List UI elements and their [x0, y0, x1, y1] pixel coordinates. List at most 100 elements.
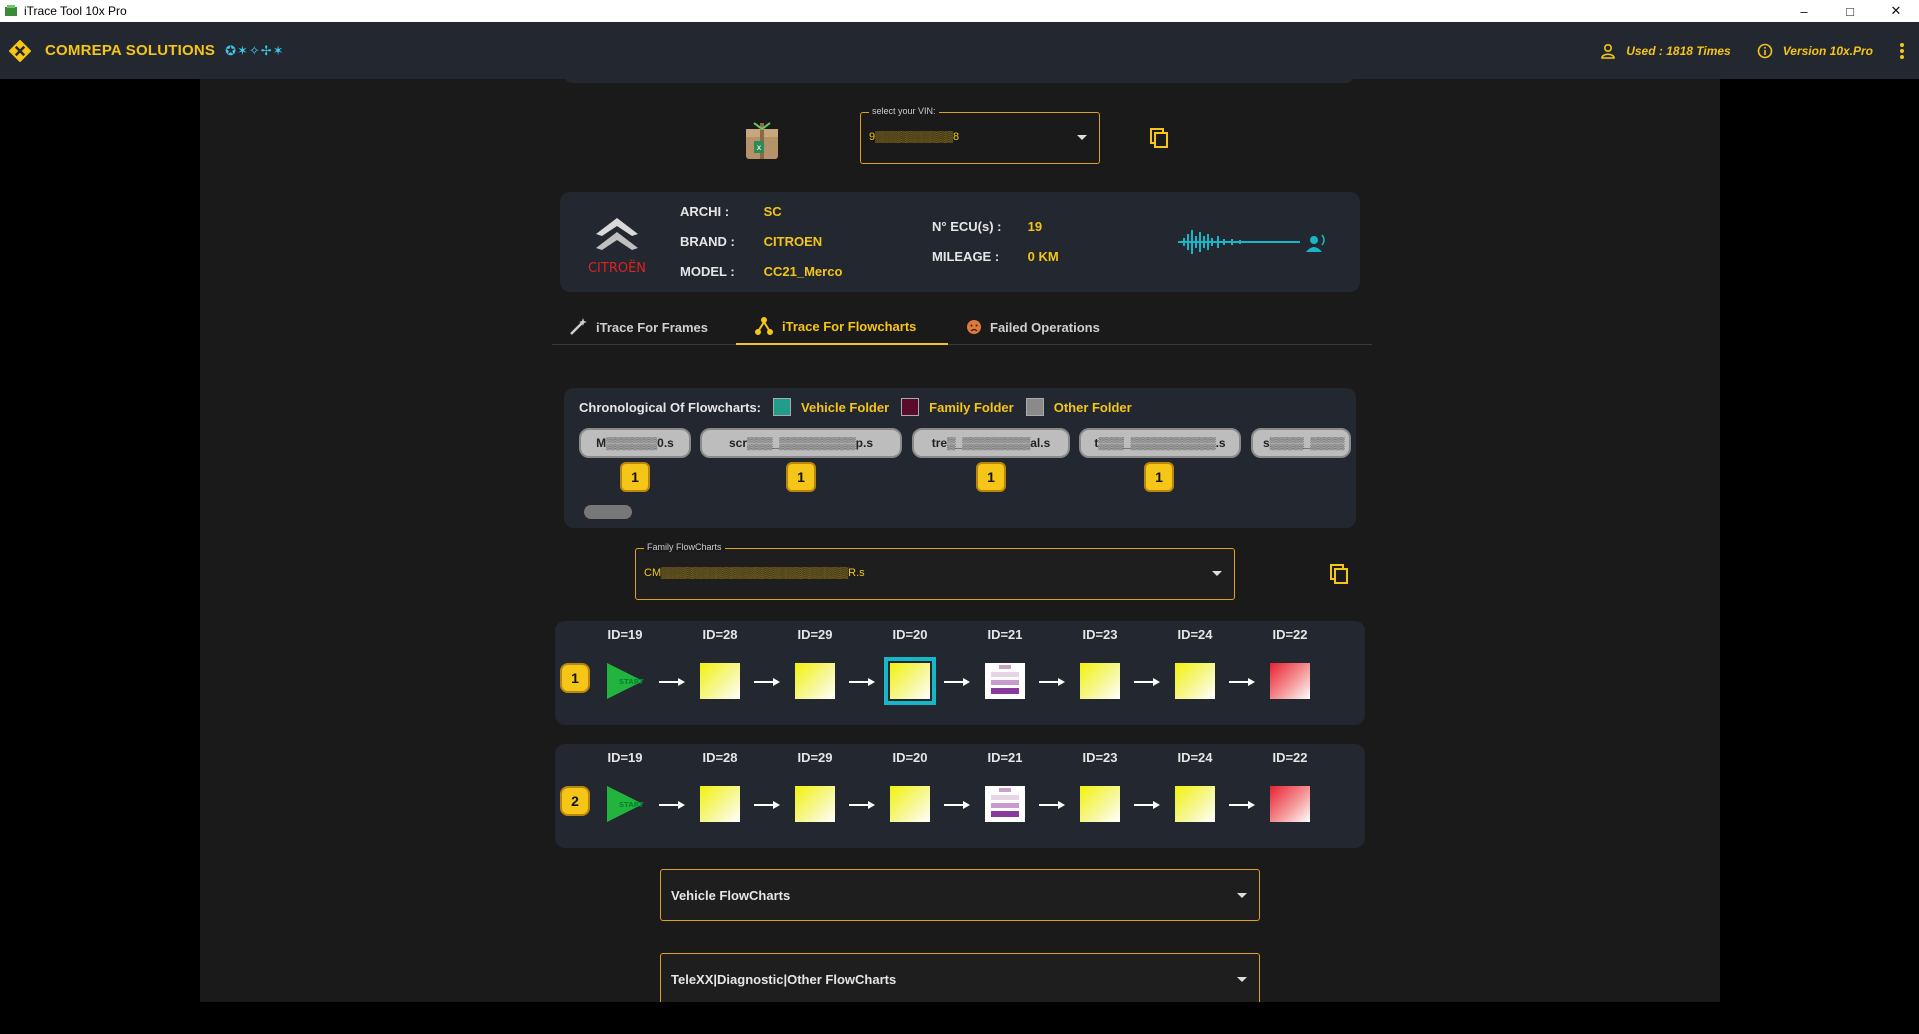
usage-text: Used : 1818 Times — [1626, 43, 1731, 58]
flowchart-chip[interactable]: tre▒_▒▒▒▒▒▒▒▒al.s — [912, 428, 1070, 458]
tab-failed[interactable]: Failed Operations — [966, 309, 1136, 345]
gift-document-icon[interactable]: x — [744, 121, 780, 161]
mileage-value: 0 KM — [1027, 249, 1059, 264]
copy-vin-icon[interactable] — [1148, 127, 1170, 149]
flowchart-chip[interactable]: s▒▒▒▒_▒▒▒▒ — [1251, 428, 1351, 458]
vin-select-value: 9▒▒▒▒▒▒▒▒▒▒8 — [869, 131, 960, 143]
chevron-down-icon — [1237, 977, 1247, 982]
node-id-label: ID=23 — [1082, 750, 1118, 765]
citroen-logo-text: CITROËN — [588, 260, 646, 276]
sad-face-icon — [967, 320, 981, 334]
start-node-label: START — [619, 678, 644, 686]
flowchart-count-badge: 1 — [976, 462, 1006, 492]
arrow-right-icon — [1039, 801, 1065, 809]
flow-node-end[interactable] — [1270, 786, 1310, 822]
copy-flowchart-icon[interactable] — [1328, 563, 1350, 585]
model-label: MODEL : — [680, 264, 735, 279]
window-titlebar: iTrace Tool 10x Pro – □ ✕ — [0, 0, 1919, 22]
node-id-label: ID=29 — [797, 750, 833, 765]
flow-node[interactable] — [985, 786, 1025, 822]
arrow-right-icon — [659, 678, 685, 686]
brand-name: COMREPA SOLUTIONS — [45, 42, 216, 59]
legend-swatch-family — [901, 398, 920, 416]
node-id-label: ID=23 — [1082, 627, 1118, 642]
start-node[interactable]: START — [605, 784, 645, 824]
flow-node-end[interactable] — [1270, 663, 1310, 699]
window-controls: – □ ✕ — [1781, 0, 1919, 22]
brand-stars: ✪✶✧✢✶ — [225, 42, 285, 58]
chevron-down-icon — [1237, 893, 1247, 898]
start-node[interactable]: START — [605, 661, 645, 701]
flow-sequence-row: 1 ID=19 START ID=28 ID=29 ID=20 ID=21 ID… — [555, 621, 1365, 725]
ecu-value: 19 — [1027, 219, 1043, 234]
archi-label: ARCHI : — [680, 204, 730, 219]
ecu-row: N° ECU(s) : 19 — [932, 219, 1042, 234]
header-info: Used : 1818 Times Version 10x.Pro — [1600, 22, 1919, 79]
user-icon — [1601, 43, 1616, 59]
vehicle-info-card: CITROËN ARCHI : SC BRAND : CITROEN MODEL… — [560, 192, 1360, 292]
tab-flowcharts[interactable]: iTrace For Flowcharts — [736, 309, 948, 345]
version-info: Version 10x.Pro — [1757, 43, 1873, 59]
node-id-label: ID=24 — [1177, 750, 1213, 765]
brand-logo-icon — [9, 39, 31, 62]
flow-node[interactable] — [1080, 663, 1120, 699]
flow-index-badge: 1 — [560, 663, 590, 693]
node-id-label: ID=22 — [1272, 627, 1308, 642]
flow-node[interactable] — [700, 663, 740, 699]
more-menu-icon[interactable] — [1899, 42, 1905, 60]
tab-failed-label: Failed Operations — [990, 319, 1100, 335]
flow-node[interactable] — [795, 663, 835, 699]
other-flowcharts-value: TeleXX|Diagnostic|Other FlowCharts — [671, 972, 897, 987]
arrow-right-icon — [754, 678, 780, 686]
vin-select[interactable]: select your VIN: 9▒▒▒▒▒▒▒▒▒▒8 — [860, 106, 1100, 164]
node-id-label: ID=20 — [892, 750, 928, 765]
chronological-panel: Chronological Of Flowcharts: Vehicle Fol… — [564, 388, 1356, 528]
flow-index-badge: 2 — [560, 786, 590, 816]
node-id-label: ID=19 — [607, 750, 643, 765]
mileage-row: MILEAGE : 0 KM — [932, 249, 1059, 264]
node-id-label: ID=21 — [987, 627, 1023, 642]
archi-row: ARCHI : SC — [680, 204, 782, 219]
arrow-right-icon — [849, 801, 875, 809]
voice-wave-icon[interactable] — [1178, 230, 1328, 254]
maximize-button[interactable]: □ — [1827, 0, 1873, 22]
flow-node[interactable] — [1080, 786, 1120, 822]
flow-node[interactable] — [700, 786, 740, 822]
app-icon — [5, 5, 17, 16]
usage-info: Used : 1818 Times — [1600, 43, 1731, 59]
family-flowcharts-select[interactable]: Family FlowCharts CM▒▒▒▒▒▒▒▒▒▒▒▒▒▒▒▒▒▒▒▒… — [635, 542, 1235, 600]
arrow-right-icon — [1229, 801, 1255, 809]
legend-swatch-vehicle — [773, 398, 792, 416]
arrow-right-icon — [1039, 678, 1065, 686]
legend-swatch-other — [1025, 398, 1044, 416]
flow-node[interactable] — [795, 786, 835, 822]
other-flowcharts-select[interactable]: TeleXX|Diagnostic|Other FlowCharts — [660, 953, 1260, 1002]
flowchart-chip[interactable]: scr▒▒▒_▒▒▒▒▒▒▒▒▒p.s — [700, 428, 902, 458]
horizontal-scrollbar[interactable] — [584, 505, 632, 519]
vehicle-flowcharts-select[interactable]: Vehicle FlowCharts — [660, 869, 1260, 921]
flowchart-chip[interactable]: t▒▒▒_▒▒▒▒▒▒▒▒▒▒.s — [1079, 428, 1241, 458]
close-button[interactable]: ✕ — [1873, 0, 1919, 22]
brand-label: BRAND : — [680, 234, 735, 249]
bottom-strip — [0, 1002, 1919, 1034]
flowchart-count-badge: 1 — [620, 462, 650, 492]
arrow-right-icon — [1134, 678, 1160, 686]
node-id-label: ID=28 — [702, 627, 738, 642]
flow-node-selected[interactable] — [884, 657, 936, 705]
tab-bar: iTrace For Frames iTrace For Flowcharts … — [552, 309, 1372, 345]
node-id-label: ID=20 — [892, 627, 928, 642]
flow-node[interactable] — [1175, 663, 1215, 699]
vin-select-label: select your VIN: — [869, 106, 939, 116]
flow-node[interactable] — [890, 786, 930, 822]
app-header: COMREPA SOLUTIONS ✪✶✧✢✶ Used : 1818 Time… — [0, 22, 1919, 79]
flow-node[interactable] — [1175, 786, 1215, 822]
arrow-right-icon — [754, 801, 780, 809]
model-value: CC21_Merco — [763, 264, 843, 279]
flow-node[interactable] — [985, 663, 1025, 699]
mileage-label: MILEAGE : — [932, 249, 1000, 264]
svg-text:x: x — [757, 143, 762, 152]
start-node-label: START — [619, 801, 644, 809]
tab-frames[interactable]: iTrace For Frames — [568, 309, 738, 345]
minimize-button[interactable]: – — [1781, 0, 1827, 22]
flowchart-chip[interactable]: M▒▒▒▒▒▒0.s — [579, 428, 691, 458]
